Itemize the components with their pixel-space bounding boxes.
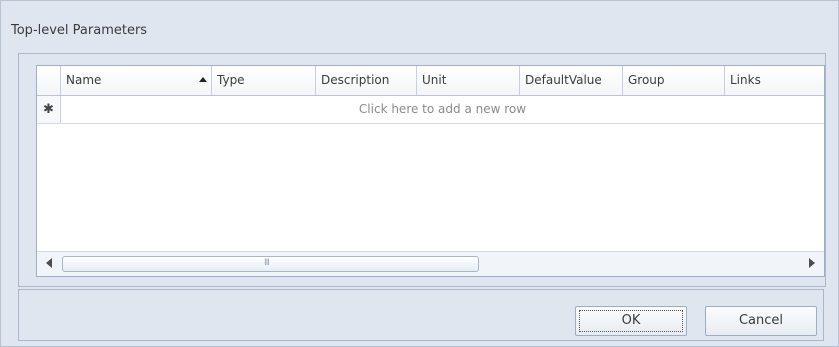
column-header-type[interactable]: Type xyxy=(212,66,316,95)
column-label: Group xyxy=(628,73,665,87)
button-bar: OK Cancel xyxy=(18,289,824,341)
column-header-name[interactable]: Name xyxy=(61,66,212,95)
column-header-links[interactable]: Links xyxy=(725,66,824,95)
scroll-left-icon[interactable] xyxy=(46,258,52,268)
column-label: Links xyxy=(730,73,761,87)
column-label: Description xyxy=(321,73,390,87)
scroll-right-icon[interactable] xyxy=(809,258,815,268)
column-header-unit[interactable]: Unit xyxy=(417,66,520,95)
dialog-title: Top-level Parameters xyxy=(11,23,148,38)
column-label: Unit xyxy=(422,73,447,87)
header-indicator-cell xyxy=(37,66,61,95)
column-label: Name xyxy=(66,73,102,87)
scrollbar-grip: III xyxy=(264,258,270,268)
new-row-hint[interactable]: Click here to add a new row xyxy=(61,96,824,123)
column-label: Type xyxy=(217,73,245,87)
column-header-defaultvalue[interactable]: DefaultValue xyxy=(520,66,623,95)
cancel-button[interactable]: Cancel xyxy=(705,306,817,336)
parameters-dialog: Top-level Parameters Name Type Descripti… xyxy=(0,0,839,347)
new-row[interactable]: ✱ Click here to add a new row xyxy=(37,96,824,124)
scrollbar-thumb[interactable]: III xyxy=(62,256,479,272)
column-header-description[interactable]: Description xyxy=(316,66,417,95)
column-label: DefaultValue xyxy=(525,73,602,87)
grid-panel: Name Type Description Unit DefaultValue … xyxy=(18,53,826,287)
ok-button[interactable]: OK xyxy=(575,306,687,336)
grid-header: Name Type Description Unit DefaultValue … xyxy=(37,66,824,96)
new-row-indicator-icon: ✱ xyxy=(37,96,61,123)
horizontal-scrollbar[interactable]: III xyxy=(37,251,824,276)
sort-ascending-icon xyxy=(199,77,207,82)
parameters-grid[interactable]: Name Type Description Unit DefaultValue … xyxy=(36,65,825,277)
column-header-group[interactable]: Group xyxy=(623,66,725,95)
